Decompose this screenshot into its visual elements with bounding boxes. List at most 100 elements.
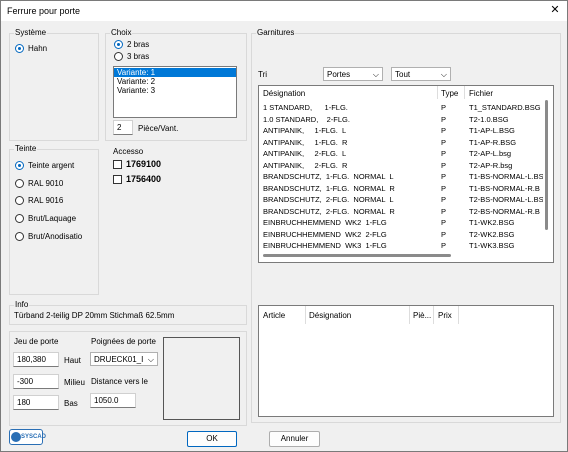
radio-3-bras[interactable]: 3 bras — [114, 52, 149, 61]
designation-cell: ANTIPANIK, 1-FLG. R — [263, 137, 348, 147]
column-divider — [464, 86, 465, 99]
vertical-scrollbar[interactable] — [545, 100, 548, 230]
tri-tout-select[interactable]: Tout ⌵ — [391, 67, 451, 81]
ok-button[interactable]: OK — [187, 431, 237, 447]
list-item[interactable]: Variante: 1 — [114, 68, 236, 77]
designation-cell: EINBRUCHHEMMEND WK3 1-FLG — [263, 241, 387, 250]
table-row[interactable]: BRANDSCHUTZ, 1-FLG. NORMAL L P T1-BS-NORMA… — [259, 172, 544, 182]
article-table[interactable]: Article Désignation Piè... Prix — [258, 305, 554, 417]
distance-input[interactable]: 1050.0 — [90, 393, 136, 408]
close-icon[interactable]: ✕ — [549, 4, 561, 16]
chevron-down-icon: ⌵ — [147, 355, 154, 364]
designation-cell: BRANDSCHUTZ, 2-FLG. NORMAL R — [263, 206, 395, 216]
fichier-cell: T1-BS-NORMAL-L.BS — [469, 172, 543, 181]
bas-label: Bas — [64, 399, 78, 408]
column-divider — [458, 306, 459, 324]
radio-brut-anodisatio[interactable]: Brut/Anodisatio — [15, 232, 82, 241]
table-row[interactable]: ANTIPANIK, 1-FLG. L P T1-AP-L.BSG — [259, 126, 544, 136]
type-cell: P — [441, 137, 447, 147]
table-row[interactable]: EINBRUCHHEMMEND WK3 1-FLG P T1-WK3.BSG — [259, 241, 544, 251]
radio-icon — [15, 161, 24, 170]
fichier-cell: T2-BS-NORMAL-L.BS — [469, 195, 543, 204]
table-row[interactable]: BRANDSCHUTZ, 2-FLG. NORMAL R P T2-BS-NORMA… — [259, 207, 544, 217]
table-row[interactable]: BRANDSCHUTZ, 1-FLG. NORMAL R P T1-BS-NORMA… — [259, 184, 544, 194]
list-item[interactable]: Variante: 2 — [114, 77, 236, 86]
table-row[interactable]: BRANDSCHUTZ, 2-FLG. NORMAL L P T2-BS-NORMA… — [259, 195, 544, 205]
type-cell: P — [441, 218, 447, 227]
designation-cell: BRANDSCHUTZ, 1-FLG. NORMAL L — [263, 172, 394, 181]
checkbox-icon — [113, 159, 122, 169]
haut-input[interactable]: 180,380 — [13, 352, 59, 367]
designation-cell: ANTIPANIK, 2-FLG. R — [263, 160, 348, 170]
fichier-cell: T1-AP-L.BSG — [469, 126, 515, 135]
radio-icon — [15, 196, 24, 205]
type-cell: P — [441, 149, 447, 158]
milieu-input[interactable]: -300 — [13, 374, 59, 389]
tri-portes-value: Portes — [327, 70, 351, 79]
radio-label: RAL 9016 — [28, 196, 64, 205]
table-row[interactable]: EINBRUCHHEMMEND WK2 2-FLG P T2-WK2.BSG — [259, 230, 544, 240]
column-header-designation[interactable]: Désignation — [309, 311, 351, 320]
radio-label: Hahn — [28, 44, 48, 53]
variant-list[interactable]: Variante: 1 Variante: 2 Variante: 3 — [113, 66, 237, 118]
chevron-down-icon: ⌵ — [440, 70, 447, 79]
radio-icon — [15, 214, 24, 223]
info-text: Türband 2-teilig DP 20mm Stichmaß 62.5mm — [14, 311, 175, 320]
column-header-article[interactable]: Article — [263, 311, 285, 320]
type-cell: P — [441, 241, 447, 250]
title-bar — [1, 1, 567, 21]
type-cell: P — [441, 126, 447, 135]
accesso-checkbox-2[interactable]: 1756400 — [113, 174, 161, 184]
table-row[interactable]: ANTIPANIK, 2-FLG. R P T2-AP-R.bsg — [259, 161, 544, 171]
radio-icon — [15, 232, 24, 241]
radio-ral-9010[interactable]: RAL 9010 — [15, 179, 63, 188]
radio-label: 2 bras — [127, 40, 150, 49]
radio-hahn[interactable]: Hahn — [15, 44, 47, 53]
radio-brut-laquage[interactable]: Brut/Laquage — [15, 214, 76, 223]
radio-icon — [114, 40, 123, 49]
radio-icon — [15, 179, 24, 188]
table-row[interactable]: 1.0 STANDARD, 2-FLG. P T2-1.0.BSG — [259, 115, 544, 125]
fichier-cell: T2-1.0.BSG — [469, 114, 509, 124]
cancel-button[interactable]: Annuler — [269, 431, 320, 447]
column-header-fichier[interactable]: Fichier — [469, 89, 493, 98]
radio-2-bras[interactable]: 2 bras — [114, 40, 149, 49]
poignees-select[interactable]: DRUECK01_I ⌵ — [90, 352, 158, 366]
chevron-down-icon: ⌵ — [372, 70, 379, 79]
designation-cell: BRANDSCHUTZ, 2-FLG. NORMAL L — [263, 195, 394, 204]
table-row[interactable]: EINBRUCHHEMMEND WK2 1-FLG P T1-WK2.BSG — [259, 218, 544, 228]
column-header-prix[interactable]: Prix — [438, 311, 452, 320]
pieces-input[interactable]: 2 — [113, 120, 133, 135]
designation-cell: ANTIPANIK, 1-FLG. L — [263, 126, 347, 135]
column-header-pieces[interactable]: Piè... — [413, 311, 431, 320]
accesso-checkbox-1[interactable]: 1769100 — [113, 159, 161, 169]
distance-label: Distance vers le — [91, 377, 148, 386]
garnitures-table[interactable]: Désignation Type Fichier 1 STANDARD, 1-F… — [258, 85, 554, 263]
type-cell: P — [441, 103, 447, 112]
tri-tout-value: Tout — [395, 70, 411, 79]
fichier-cell: T2-AP-R.bsg — [469, 160, 513, 170]
horizontal-scrollbar[interactable] — [263, 254, 451, 257]
dialog-window: Ferrure pour porte ✕ Système Hahn Choix … — [0, 0, 568, 452]
column-divider — [433, 306, 434, 324]
checkbox-label: 1756400 — [126, 174, 162, 184]
designation-cell: EINBRUCHHEMMEND WK2 1-FLG — [263, 218, 387, 227]
table-row[interactable]: ANTIPANIK, 2-FLG. L P T2-AP-L.bsg — [259, 149, 544, 159]
tri-portes-select[interactable]: Portes ⌵ — [323, 67, 383, 81]
type-cell: P — [441, 160, 447, 170]
bas-input[interactable]: 180 — [13, 395, 59, 410]
column-divider — [409, 306, 410, 324]
fichier-cell: T1-WK3.BSG — [469, 241, 515, 250]
radio-ral-9016[interactable]: RAL 9016 — [15, 196, 63, 205]
column-header-type[interactable]: Type — [441, 89, 458, 98]
type-cell: P — [441, 172, 447, 181]
column-header-designation[interactable]: Désignation — [263, 89, 305, 98]
teinte-label: Teinte — [14, 144, 38, 153]
table-row[interactable]: 1 STANDARD, 1-FLG. P T1_STANDARD.BSG — [259, 103, 544, 113]
poignees-label: Poignées de porte — [91, 337, 156, 346]
list-item[interactable]: Variante: 3 — [114, 86, 236, 95]
radio-label: Brut/Anodisatio — [28, 232, 83, 241]
table-row[interactable]: ANTIPANIK, 1-FLG. R P T1-AP-R.BSG — [259, 138, 544, 148]
radio-teinte-argent[interactable]: Teinte argent — [15, 161, 74, 170]
choix-label: Choix — [110, 28, 133, 37]
